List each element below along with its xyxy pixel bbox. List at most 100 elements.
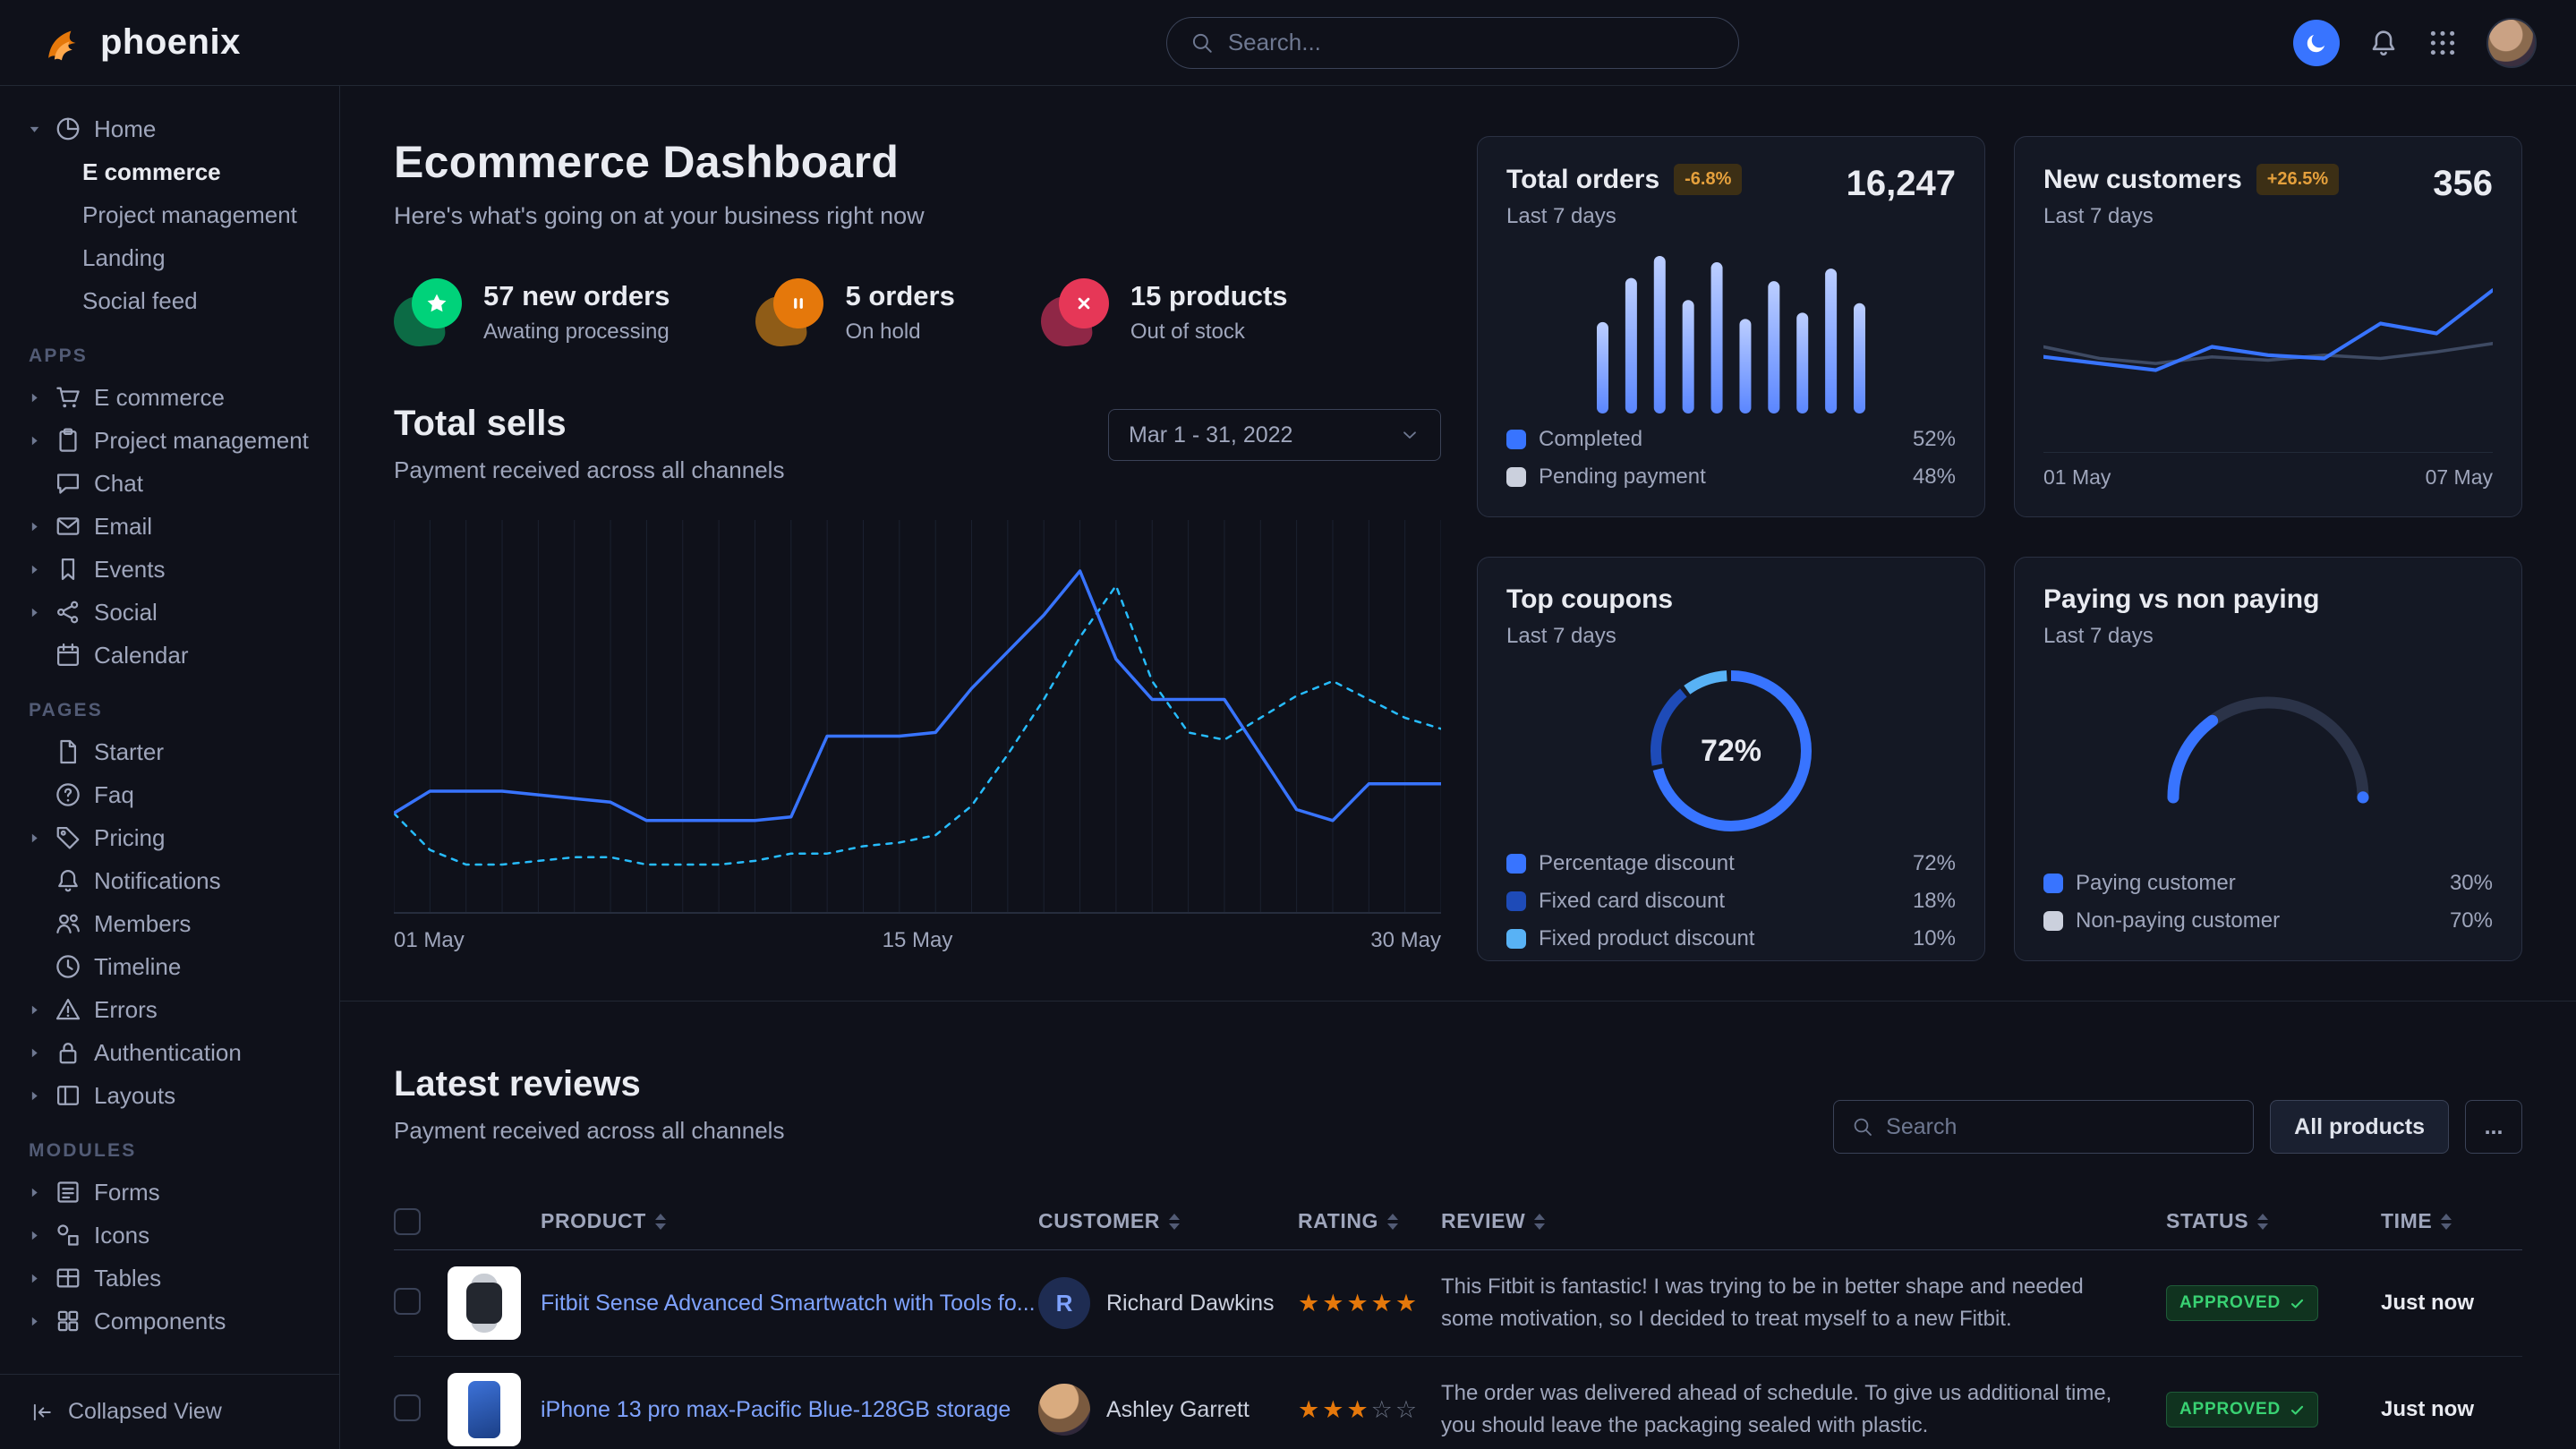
puzzle-icon xyxy=(55,1308,81,1334)
sidebar-item-project-management[interactable]: Project management xyxy=(27,419,320,462)
legend-item: Percentage discount72% xyxy=(1506,851,1956,876)
user-avatar[interactable] xyxy=(2486,18,2537,68)
search-icon xyxy=(1190,31,1214,55)
x-icon xyxy=(1059,278,1109,328)
column-header-status[interactable]: STATUS xyxy=(2166,1209,2381,1233)
search-icon xyxy=(1852,1116,1873,1138)
reviews-table: PRODUCTCUSTOMERRATINGREVIEWSTATUSTIME Fi… xyxy=(394,1193,2522,1449)
pause-icon xyxy=(787,292,810,315)
rating-stars: ★★★☆☆ xyxy=(1298,1396,1441,1424)
sidebar-item-faq[interactable]: Faq xyxy=(27,773,320,816)
card-title: Paying vs non paying xyxy=(2043,584,2319,615)
caretRight-icon xyxy=(27,1088,42,1104)
more-options-button[interactable]: ... xyxy=(2465,1100,2522,1154)
sidebar-item-tables[interactable]: Tables xyxy=(27,1257,320,1300)
star-icon xyxy=(412,278,462,328)
sidebar-item-notifications[interactable]: Notifications xyxy=(27,859,320,902)
brand-logo[interactable]: phoenix xyxy=(39,19,241,67)
sidebar-nav: HomeE commerceProject managementLandingS… xyxy=(0,86,339,1374)
clock-icon xyxy=(55,953,81,980)
sort-icon xyxy=(1534,1214,1545,1230)
date-range-select[interactable]: Mar 1 - 31, 2022 xyxy=(1108,409,1441,461)
caretRight-icon xyxy=(27,1045,42,1061)
sidebar-item-errors[interactable]: Errors xyxy=(27,988,320,1031)
stat-orders-on-hold: 5 ordersOn hold xyxy=(755,278,954,346)
reviews-table-head: PRODUCTCUSTOMERRATINGREVIEWSTATUSTIME xyxy=(394,1193,2522,1250)
sidebar-item-calendar[interactable]: Calendar xyxy=(27,634,320,677)
sidebar-section-label: APPS xyxy=(29,345,320,367)
row-checkbox[interactable] xyxy=(394,1394,421,1421)
caretRight-icon xyxy=(27,390,42,405)
notifications-bell-icon[interactable] xyxy=(2368,28,2399,58)
rating-stars: ★★★★★ xyxy=(1298,1290,1441,1317)
search-input[interactable] xyxy=(1228,29,1715,56)
sidebar-item-landing[interactable]: Landing xyxy=(27,236,320,279)
x-icon xyxy=(1072,292,1096,315)
sidebar-item-forms[interactable]: Forms xyxy=(27,1171,320,1214)
caretRight-icon xyxy=(27,605,42,620)
lock-icon xyxy=(55,1039,81,1066)
reviews-subtitle: Payment received across all channels xyxy=(394,1117,784,1145)
status-badge: APPROVED xyxy=(2166,1392,2318,1428)
column-header-product[interactable]: PRODUCT xyxy=(541,1209,1038,1233)
sidebar-item-pricing[interactable]: Pricing xyxy=(27,816,320,859)
sidebar-item-social-feed[interactable]: Social feed xyxy=(27,279,320,322)
chat-icon xyxy=(55,470,81,497)
collapsed-view-toggle[interactable]: Collapsed View xyxy=(0,1374,339,1449)
apps-grid-icon[interactable] xyxy=(2427,28,2458,58)
sidebar-item-layouts[interactable]: Layouts xyxy=(27,1074,320,1117)
global-search[interactable] xyxy=(1166,17,1739,69)
sidebar-item-home[interactable]: Home xyxy=(27,107,320,150)
navbar-actions xyxy=(2293,18,2537,68)
sidebar-item-icons[interactable]: Icons xyxy=(27,1214,320,1257)
table-row: Fitbit Sense Advanced Smartwatch with To… xyxy=(394,1250,2522,1357)
sidebar-item-starter[interactable]: Starter xyxy=(27,730,320,773)
customers-x-axis: 01 May 07 May xyxy=(2043,452,2493,490)
total-sells-chart xyxy=(394,520,1441,914)
sidebar-item-events[interactable]: Events xyxy=(27,548,320,591)
caretRight-icon xyxy=(27,1314,42,1329)
reviews-search-input[interactable] xyxy=(1886,1114,2235,1140)
share-icon xyxy=(55,599,81,626)
brand-name: phoenix xyxy=(100,22,241,63)
users-icon xyxy=(55,910,81,937)
card-title: New customers xyxy=(2043,165,2242,195)
new-customers-card: New customers +26.5% Last 7 days 356 01 … xyxy=(2014,136,2522,517)
sidebar-item-e-commerce[interactable]: E commerce xyxy=(27,376,320,419)
theme-toggle-button[interactable] xyxy=(2293,20,2340,66)
all-products-button[interactable]: All products xyxy=(2270,1100,2449,1154)
search-icon xyxy=(1852,1116,1873,1138)
sidebar-item-email[interactable]: Email xyxy=(27,505,320,548)
customer-name: Ashley Garrett xyxy=(1106,1397,1250,1423)
sidebar-item-timeline[interactable]: Timeline xyxy=(27,945,320,988)
column-header-rating[interactable]: RATING xyxy=(1298,1209,1441,1233)
product-link[interactable]: iPhone 13 pro max-Pacific Blue-128GB sto… xyxy=(541,1397,1038,1423)
sidebar-item-components[interactable]: Components xyxy=(27,1300,320,1342)
card-title: Top coupons xyxy=(1506,584,1673,615)
form-icon xyxy=(55,1179,81,1206)
sidebar-item-e-commerce[interactable]: E commerce xyxy=(27,150,320,193)
star-icon xyxy=(425,292,448,315)
product-link[interactable]: Fitbit Sense Advanced Smartwatch with To… xyxy=(541,1291,1038,1317)
sidebar-item-chat[interactable]: Chat xyxy=(27,462,320,505)
grid9-icon xyxy=(2427,28,2458,58)
sidebar-item-social[interactable]: Social xyxy=(27,591,320,634)
select-all-checkbox[interactable] xyxy=(394,1208,421,1235)
main-content: Ecommerce Dashboard Here's what's going … xyxy=(340,86,2576,1449)
moon-icon xyxy=(2304,30,2329,55)
sidebar-item-authentication[interactable]: Authentication xyxy=(27,1031,320,1074)
product-thumbnail xyxy=(448,1373,521,1446)
legend-item: Completed52% xyxy=(1506,427,1956,452)
row-checkbox[interactable] xyxy=(394,1288,421,1315)
column-header-customer[interactable]: CUSTOMER xyxy=(1038,1209,1298,1233)
reviews-search[interactable] xyxy=(1833,1100,2254,1154)
legend-item: Fixed card discount18% xyxy=(1506,889,1956,914)
sidebar-item-members[interactable]: Members xyxy=(27,902,320,945)
caretRight-icon xyxy=(27,1185,42,1200)
moon-icon xyxy=(2304,30,2329,55)
customer-avatar xyxy=(1038,1384,1090,1436)
column-header-review[interactable]: REVIEW xyxy=(1441,1209,2166,1233)
check-icon xyxy=(2290,1296,2305,1311)
column-header-time[interactable]: TIME xyxy=(2381,1209,2522,1233)
sidebar-item-project-management[interactable]: Project management xyxy=(27,193,320,236)
